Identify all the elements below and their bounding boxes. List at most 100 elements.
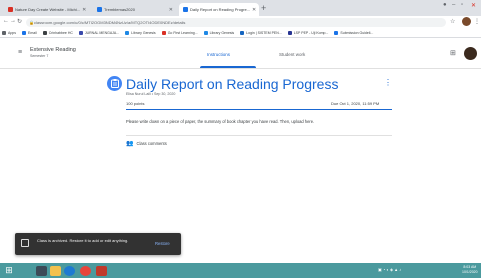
tab-favicon-icon: [183, 7, 188, 12]
bookmark-item[interactable]: Crinhabbee HC: [42, 30, 73, 35]
bookmark-favicon-icon: [21, 30, 26, 35]
minimize-icon[interactable]: –: [452, 2, 455, 8]
classroom-header: ≡ Extensive Reading Semester 7 Instructi…: [0, 39, 481, 69]
bookmark-favicon-icon: [334, 30, 339, 35]
bookmarks-bar: Apps Email Crinhabbee HC JURNAL MENGAJA.…: [0, 28, 481, 38]
bookmark-item[interactable]: Apps: [2, 30, 16, 35]
taskbar-app-file-explorer[interactable]: [50, 265, 61, 276]
address-bar[interactable]: 🔒 classroom.google.com/u/0/c/MTI2OGM3NDM…: [26, 18, 446, 27]
bookmark-item[interactable]: Email: [21, 30, 37, 35]
tab-student-work[interactable]: Student work: [279, 52, 305, 57]
browser-tab[interactable]: Nature Day Create Website - Michi... ✕: [4, 3, 90, 16]
browser-tab-label: Nature Day Create Website - Michi...: [15, 7, 81, 12]
address-bar-url: classroom.google.com/u/0/c/MTI2OGM3NDM4N…: [34, 20, 186, 25]
bookmark-favicon-icon: [287, 30, 292, 35]
bookmark-favicon-icon: [161, 30, 166, 35]
tab-favicon-icon: [8, 7, 13, 12]
windows-start-icon[interactable]: ⊞: [3, 265, 15, 276]
account-icon[interactable]: ●: [443, 2, 447, 8]
bookmark-label: Library Genesis: [209, 30, 235, 35]
star-icon[interactable]: ☆: [450, 18, 455, 25]
task-view-icon: [36, 265, 47, 276]
more-options-icon[interactable]: ⋮: [384, 78, 392, 87]
tab-instructions[interactable]: Instructions: [207, 52, 230, 57]
back-icon[interactable]: ←: [3, 18, 9, 24]
clock-date: 10/1/2020: [462, 270, 478, 274]
bookmark-item[interactable]: JURNAL MENGAJA...: [78, 30, 120, 35]
tab-favicon-icon: [97, 7, 102, 12]
bookmark-favicon-icon: [78, 30, 83, 35]
bookmark-label: Login | SISTEM PEN...: [246, 30, 282, 35]
close-tab-icon[interactable]: ✕: [252, 7, 256, 13]
chrome-icon: [80, 265, 91, 276]
profile-avatar[interactable]: [462, 17, 471, 26]
edge-icon: [64, 265, 75, 276]
folder-icon: [50, 265, 61, 276]
apps-icon: [2, 30, 6, 35]
windows-taskbar: ⊞ ▣ ◔ ◐ ◈ ▲ ♪ 8:03 AM 10/1/2020: [0, 263, 481, 278]
bookmark-favicon-icon: [203, 30, 208, 35]
browser-tab[interactable]: Tremblemas2020 ✕: [93, 3, 177, 16]
lock-icon: 🔒: [29, 20, 34, 25]
restore-button[interactable]: Restore: [155, 241, 170, 246]
close-tab-icon[interactable]: ✕: [169, 7, 173, 13]
new-tab-button[interactable]: +: [261, 3, 266, 13]
bookmark-item[interactable]: Library Genesis: [125, 30, 156, 35]
browser-tab-label: Daily Report on Reading Progre...: [190, 7, 251, 12]
reload-icon[interactable]: ↻: [17, 18, 22, 25]
assignment-author-date: Elisa Nurul Laili • Sep 30, 2020: [126, 92, 176, 96]
active-tab-indicator: [200, 66, 256, 68]
title-divider: [126, 109, 392, 110]
taskbar-app-edge[interactable]: [64, 265, 75, 276]
browser-tab-active[interactable]: Daily Report on Reading Progre... ✕: [179, 3, 259, 16]
assignment-points: 100 points: [126, 101, 145, 106]
taskbar-app-other[interactable]: [96, 265, 107, 276]
taskbar-clock[interactable]: 8:03 AM 10/1/2020: [462, 265, 478, 275]
class-section: Semester 7: [30, 54, 49, 58]
close-tab-icon[interactable]: ✕: [82, 7, 86, 13]
close-window-icon[interactable]: ✕: [471, 2, 476, 9]
assignment-due-date: Due Oct 1, 2020, 11:59 PM: [331, 101, 380, 106]
bookmark-label: Email: [27, 30, 37, 35]
assignment-icon: [107, 76, 122, 91]
class-name[interactable]: Extensive Reading: [30, 47, 76, 53]
maximize-icon[interactable]: ▫: [461, 2, 463, 8]
bookmark-item[interactable]: LSP PEP - Uji Komp...: [287, 30, 329, 35]
bookmark-item[interactable]: Login | SISTEM PEN...: [240, 30, 282, 35]
system-tray-icons[interactable]: ▣ ◔ ◐ ◈ ▲ ♪: [378, 267, 401, 272]
bookmark-label: LSP PEP - Uji Komp...: [293, 30, 329, 35]
content-divider: [126, 135, 392, 136]
bookmark-label: Crinhabbee HC: [48, 30, 73, 35]
menu-icon[interactable]: ⋮: [474, 18, 480, 25]
bookmark-label: Go First Learning...: [167, 30, 198, 35]
bookmark-item[interactable]: Go First Learning...: [161, 30, 198, 35]
archive-icon: [21, 239, 29, 247]
bookmark-item[interactable]: Library Genesis: [203, 30, 235, 35]
browser-tab-label: Tremblemas2020: [104, 7, 135, 12]
bookmark-item[interactable]: Submission Guideli...: [334, 30, 374, 35]
bookmark-favicon-icon: [42, 30, 47, 35]
archived-snackbar: Class is archived. Restore it to add or …: [15, 233, 181, 255]
bookmark-label: JURNAL MENGAJA...: [84, 30, 120, 35]
bookmark-label: Library Genesis: [131, 30, 156, 35]
browser-tab-strip: Nature Day Create Website - Michi... ✕ T…: [0, 0, 481, 16]
forward-icon[interactable]: →: [10, 18, 16, 24]
bookmark-favicon-icon: [125, 30, 130, 35]
people-icon: 👥: [126, 141, 134, 147]
assignment-instructions: Please write down on a piece of paper, t…: [126, 119, 315, 124]
class-comments[interactable]: 👥 Class comments: [126, 140, 167, 147]
app-icon: [96, 265, 107, 276]
user-avatar[interactable]: [464, 47, 477, 60]
clipboard-icon: [110, 79, 119, 88]
snackbar-message: Class is archived. Restore it to add or …: [37, 238, 129, 243]
bookmark-favicon-icon: [240, 30, 245, 35]
bookmark-label: Apps: [8, 30, 16, 35]
class-comments-label: Class comments: [136, 141, 167, 146]
taskbar-app-task-view[interactable]: [36, 265, 47, 276]
taskbar-app-chrome[interactable]: [80, 265, 91, 276]
assignment-title: Daily Report on Reading Progress: [126, 76, 339, 92]
browser-toolbar: ← → ↻ 🔒 classroom.google.com/u/0/c/MTI2O…: [0, 16, 481, 28]
hamburger-menu-icon[interactable]: ≡: [18, 49, 22, 56]
bookmark-label: Submission Guideli...: [340, 30, 374, 35]
google-apps-icon[interactable]: ⊞: [450, 49, 456, 57]
